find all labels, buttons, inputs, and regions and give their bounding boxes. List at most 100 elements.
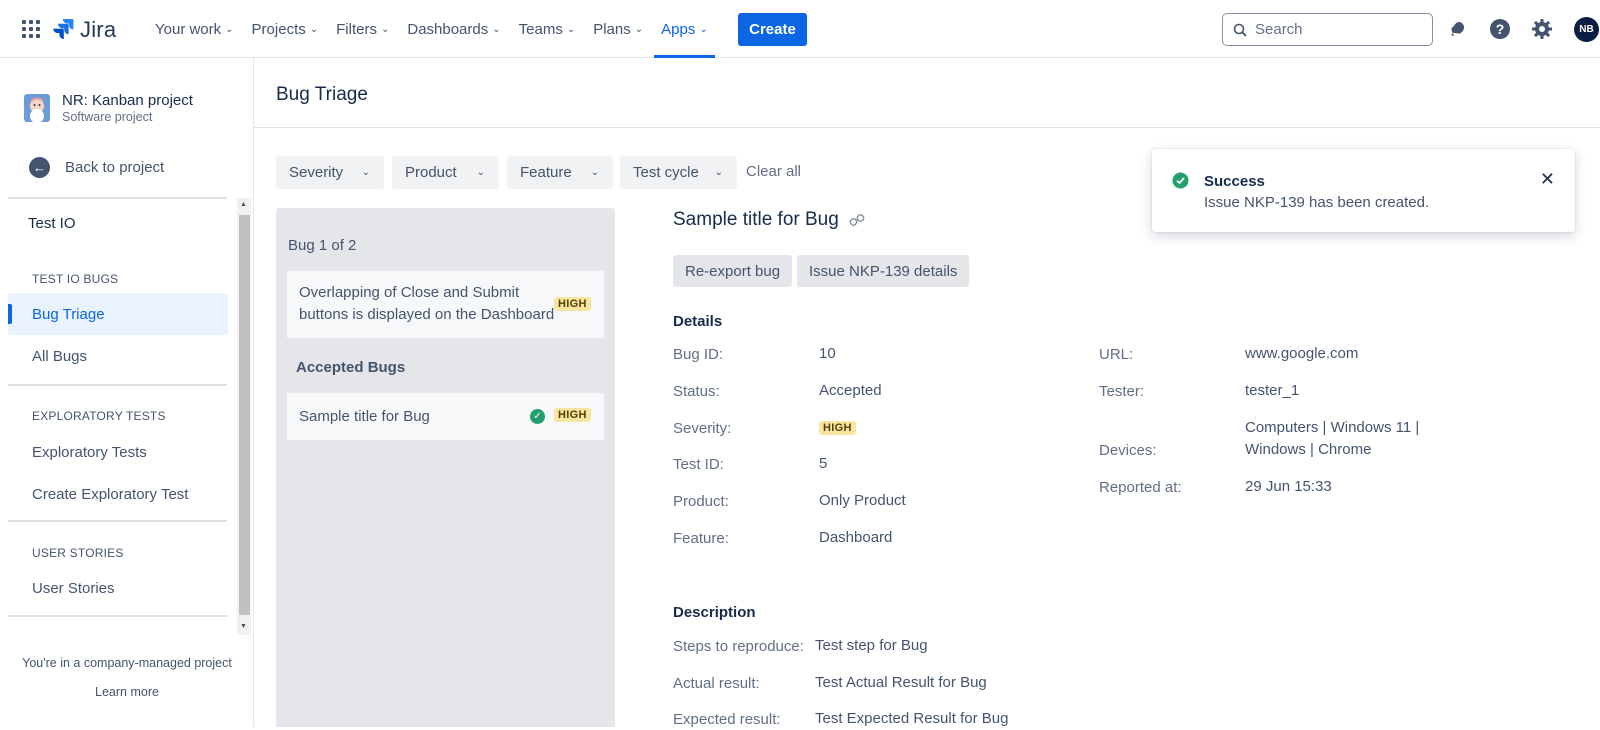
issue-details-button[interactable]: Issue NKP-139 details xyxy=(797,255,970,287)
field-value: Test step for Bug xyxy=(815,637,928,654)
sidebar-item-create-exploratory-test[interactable]: Create Exploratory Test xyxy=(8,473,228,515)
back-label: Back to project xyxy=(65,159,165,176)
project-avatar xyxy=(24,94,50,122)
nav-apps[interactable]: Apps ⌄ xyxy=(654,0,715,58)
bug-title-line: buttons is displayed on the Dashboard xyxy=(299,306,555,323)
sidebar-item-label: Bug Triage xyxy=(32,305,105,323)
svg-text:?: ? xyxy=(1496,21,1505,37)
bug-list-item[interactable]: Overlapping of Close and Submit buttons … xyxy=(287,271,604,338)
field-label: Reported at: xyxy=(1099,479,1182,496)
re-export-bug-button[interactable]: Re-export bug xyxy=(673,255,793,287)
chevron-down-icon: ⌄ xyxy=(714,167,723,178)
filter-label: Severity xyxy=(289,164,344,181)
field-label: Actual result: xyxy=(673,675,760,692)
app-switcher-icon[interactable] xyxy=(22,20,40,38)
chevron-down-icon: ⌄ xyxy=(476,167,485,178)
group-heading: TEST IO BUGS xyxy=(32,272,119,286)
sidebar-item-user-stories[interactable]: User Stories xyxy=(8,567,228,609)
field-label: Feature: xyxy=(673,530,729,547)
settings-gear-icon[interactable] xyxy=(1530,17,1554,41)
project-type: Software project xyxy=(62,110,153,124)
chevron-down-icon: ⌄ xyxy=(492,23,501,35)
field-value: 5 xyxy=(819,455,828,472)
nav-teams[interactable]: Teams ⌄ xyxy=(512,0,583,58)
nav-label: Teams xyxy=(518,20,563,38)
nav-label: Plans xyxy=(593,20,631,38)
success-toast: Success Issue NKP-139 has been created. … xyxy=(1152,149,1575,232)
chevron-down-icon: ⌄ xyxy=(380,23,390,35)
check-circle-icon: ✓ xyxy=(530,409,545,424)
description-heading: Description xyxy=(673,604,756,621)
scroll-up-arrow-icon[interactable]: ▲ xyxy=(240,201,247,208)
nav-your-work[interactable]: Your work ⌄ xyxy=(148,0,241,58)
scroll-down-arrow-icon[interactable]: ▼ xyxy=(240,623,247,630)
sidebar-scroll-thumb[interactable] xyxy=(239,215,250,615)
divider xyxy=(8,615,227,617)
bug-title-line: Overlapping of Close and Submit xyxy=(299,284,520,301)
project-footnote: You're in a company-managed project xyxy=(22,656,232,670)
clear-all-link[interactable]: Clear all xyxy=(746,163,801,180)
sidebar-item-all-bugs[interactable]: All Bugs xyxy=(8,335,228,377)
accepted-bugs-heading: Accepted Bugs xyxy=(296,359,406,376)
filter-label: Product xyxy=(405,164,457,181)
field-value: Test Actual Result for Bug xyxy=(815,674,987,691)
divider xyxy=(8,384,227,386)
filter-feature[interactable]: Feature ⌄ xyxy=(507,156,613,189)
project-name: NR: Kanban project xyxy=(62,92,193,109)
nav-label: Filters xyxy=(336,20,377,38)
bug-detail-title: Sample title for Bug xyxy=(673,209,865,231)
chevron-down-icon: ⌄ xyxy=(225,23,234,35)
bug-list-panel: Bug 1 of 2 Overlapping of Close and Subm… xyxy=(276,208,615,727)
chevron-down-icon: ⌄ xyxy=(566,23,576,35)
url-value[interactable]: www.google.com xyxy=(1245,343,1358,365)
nav-dashboards[interactable]: Dashboards ⌄ xyxy=(400,0,507,58)
field-label: Status: xyxy=(673,383,720,400)
back-to-project-link[interactable]: ← Back to project xyxy=(29,157,164,178)
field-value: 29 Jun 15:33 xyxy=(1245,478,1332,495)
sidebar-item-bug-triage[interactable]: Bug Triage xyxy=(8,293,228,335)
group-heading: USER STORIES xyxy=(32,546,124,560)
product-name: Jira xyxy=(80,17,117,42)
sidebar-item-label: Exploratory Tests xyxy=(32,443,147,461)
filter-severity[interactable]: Severity ⌄ xyxy=(276,156,384,189)
field-value: Only Product xyxy=(819,492,906,509)
learn-more-link[interactable]: Learn more xyxy=(0,685,254,699)
bug-title: Sample title for Bug xyxy=(299,408,430,425)
project-header[interactable]: NR: Kanban project Software project xyxy=(24,92,193,124)
sidebar: NR: Kanban project Software project ← Ba… xyxy=(0,58,254,727)
link-icon[interactable] xyxy=(849,212,865,228)
sidebar-item-exploratory-tests[interactable]: Exploratory Tests xyxy=(8,431,228,473)
field-label: Product: xyxy=(673,493,729,510)
nav-label: Your work xyxy=(155,20,222,38)
search-input[interactable] xyxy=(1255,21,1415,38)
field-label: Bug ID: xyxy=(673,346,724,363)
nav-filters[interactable]: Filters ⌄ xyxy=(329,0,396,58)
chevron-down-icon: ⌄ xyxy=(361,167,370,178)
nav-label: Apps xyxy=(661,20,696,38)
filter-test-cycle[interactable]: Test cycle ⌄ xyxy=(620,156,737,189)
field-value: Dashboard xyxy=(819,529,893,546)
divider xyxy=(8,197,227,199)
search-box[interactable] xyxy=(1222,13,1433,46)
field-label: Devices: xyxy=(1099,442,1157,459)
bug-list-item[interactable]: Sample title for Bug ✓ HIGH xyxy=(287,393,604,440)
page-title: Bug Triage xyxy=(276,84,368,105)
bug-title: Sample title for Bug xyxy=(673,209,839,230)
primary-nav: Your work ⌄ Projects ⌄ Filters ⌄ Dashboards… xyxy=(148,0,719,58)
nav-plans[interactable]: Plans ⌄ xyxy=(586,0,650,58)
field-label: Tester: xyxy=(1099,383,1145,400)
field-value: Accepted xyxy=(819,382,882,399)
section-title: Test IO xyxy=(28,215,76,232)
filter-product[interactable]: Product ⌄ xyxy=(392,156,499,189)
nav-projects[interactable]: Projects ⌄ xyxy=(245,0,326,58)
divider xyxy=(8,520,227,522)
close-icon[interactable]: ✕ xyxy=(1540,169,1555,190)
severity-badge: HIGH xyxy=(554,408,591,422)
notifications-icon[interactable] xyxy=(1446,17,1470,41)
create-button[interactable]: Create xyxy=(738,13,807,46)
chevron-down-icon: ⌄ xyxy=(590,167,599,178)
jira-logo[interactable]: Jira xyxy=(52,17,116,43)
nav-label: Projects xyxy=(251,20,306,38)
user-avatar[interactable]: NB xyxy=(1574,17,1599,42)
help-icon[interactable]: ? xyxy=(1488,17,1512,41)
